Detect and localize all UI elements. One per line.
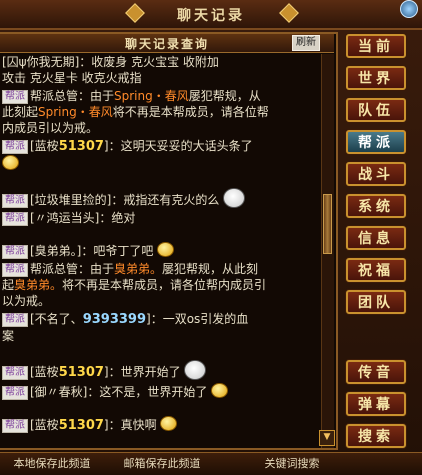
player-number[interactable]: 51307 bbox=[59, 139, 104, 154]
message-text: 攻击 克火星卡 收克火戒指 bbox=[2, 71, 142, 85]
tab-rumor[interactable]: 传音 bbox=[346, 360, 406, 384]
list-item: 帮派 [蓝桉51307]：这明天妥妥的大话头条了 bbox=[2, 138, 322, 172]
list-item: 帮派 [蓝桉51307]：世界开始了 bbox=[2, 360, 322, 381]
channel-tag[interactable]: 帮派 bbox=[2, 313, 28, 327]
channel-list: 当前 世界 队伍 帮派 战斗 系统 信息 祝福 团队 传音 弹幕 搜索 bbox=[342, 34, 418, 456]
message-text: [垃圾堆里捡的]：戒指还有克火的么 bbox=[30, 193, 220, 207]
channel-tag[interactable]: 帮派 bbox=[2, 419, 28, 433]
player-name-link[interactable]: 臭弟弟。 bbox=[14, 278, 62, 292]
message-text: 案 bbox=[2, 329, 15, 343]
list-item: 帮派 帮派总管：由于Spring・春风屡犯帮规，从 此刻起Spring・春风将不再… bbox=[2, 88, 322, 136]
channel-tag[interactable]: 帮派 bbox=[2, 140, 28, 154]
chat-header-title: 聊天记录查询 bbox=[124, 37, 209, 51]
message-text: 屡犯帮规，从 bbox=[188, 89, 261, 103]
player-number[interactable]: 9393399 bbox=[83, 312, 146, 327]
message-text: 屡犯帮规，从此刻 bbox=[162, 262, 259, 276]
message-text: 帮派总管：由于 bbox=[30, 89, 115, 103]
list-item: 帮派 [〃鸿运当头]：绝对 bbox=[2, 210, 322, 226]
save-local-button[interactable]: 本地保存此频道 bbox=[0, 457, 104, 471]
list-item: 帮派 [御〃春秋]：这不是，世界开始了 bbox=[2, 383, 322, 400]
tab-world[interactable]: 世界 bbox=[346, 66, 406, 90]
list-item: 帮派 [蓝桉51307]：真快啊 bbox=[2, 416, 322, 434]
message-text: 起 bbox=[2, 278, 15, 292]
tab-battle[interactable]: 战斗 bbox=[346, 162, 406, 186]
message-list[interactable]: [囚ψ你我无期]：收废身 克火宝宝 收附加 攻击 克火星卡 收克火戒指 帮派 帮派… bbox=[0, 54, 322, 448]
refresh-button[interactable]: 刷新 bbox=[292, 35, 320, 51]
message-text: 帮派总管：由于 bbox=[30, 262, 115, 276]
close-icon[interactable] bbox=[400, 0, 418, 18]
tab-system[interactable]: 系统 bbox=[346, 194, 406, 218]
message-text: ]：这明天妥妥的大话头条了 bbox=[103, 139, 253, 153]
channel-tag[interactable]: 帮派 bbox=[2, 212, 28, 226]
player-name-link[interactable]: Spring・春风 bbox=[38, 105, 113, 119]
message-text: 内成员引以为戒。 bbox=[2, 121, 99, 135]
smiley-emoji-icon bbox=[160, 416, 178, 431]
message-text: [不名了、 bbox=[30, 312, 83, 326]
ghost-emoji-icon bbox=[223, 188, 246, 208]
scrollbar[interactable] bbox=[321, 54, 334, 448]
list-item: [囚ψ你我无期]：收废身 克火宝宝 收附加 攻击 克火星卡 收克火戒指 bbox=[2, 54, 322, 86]
message-text: [〃鸿运当头]：绝对 bbox=[30, 211, 136, 225]
message-text: ]：世界开始了 bbox=[103, 365, 181, 379]
channel-tag[interactable]: 帮派 bbox=[2, 194, 28, 208]
search-button[interactable]: 搜索 bbox=[346, 424, 406, 448]
channel-tag[interactable]: 帮派 bbox=[2, 245, 28, 259]
laughing-emoji-icon bbox=[211, 383, 229, 398]
message-text: [蓝桉 bbox=[30, 139, 59, 153]
tab-team[interactable]: 队伍 bbox=[346, 98, 406, 122]
smiley-emoji-icon bbox=[2, 155, 19, 170]
message-text: 将不再是本帮成员，请各位帮内成员引 bbox=[62, 278, 267, 292]
chat-panel: 聊天记录查询 刷新 [囚ψ你我无期]：收废身 克火宝宝 收附加 攻击 克火星卡 … bbox=[0, 32, 338, 450]
channel-tag[interactable]: 帮派 bbox=[2, 90, 28, 104]
message-text: [蓝桉 bbox=[30, 365, 59, 379]
message-text: [蓝桉 bbox=[30, 418, 59, 432]
message-text: 将不再是本帮成员，请各位帮 bbox=[112, 105, 269, 119]
tab-gang[interactable]: 帮派 bbox=[346, 130, 406, 154]
channel-tag[interactable]: 帮派 bbox=[2, 366, 28, 380]
window-title: 聊天记录 bbox=[177, 8, 245, 24]
player-name-link[interactable]: Spring・春风 bbox=[114, 89, 189, 103]
chat-header: 聊天记录查询 刷新 bbox=[0, 34, 334, 53]
tab-blessing[interactable]: 祝福 bbox=[346, 258, 406, 282]
message-text: 以为戒。 bbox=[2, 294, 51, 308]
player-number[interactable]: 51307 bbox=[59, 365, 104, 380]
message-text: ]：真快啊 bbox=[103, 418, 157, 432]
bottom-bar: 本地保存此频道 邮箱保存此频道 关键词搜索 bbox=[0, 452, 422, 475]
player-number[interactable]: 51307 bbox=[59, 418, 104, 433]
message-text: 此刻起 bbox=[2, 105, 39, 119]
title-bar: 聊天记录 bbox=[0, 0, 422, 30]
keyword-search-button[interactable]: 关键词搜索 bbox=[256, 457, 328, 471]
message-text: ]：一双os引发的血 bbox=[146, 312, 249, 326]
tab-current[interactable]: 当前 bbox=[346, 34, 406, 58]
channel-tag[interactable]: 帮派 bbox=[2, 386, 28, 400]
surprised-emoji-icon bbox=[157, 242, 175, 257]
tab-info[interactable]: 信息 bbox=[346, 226, 406, 250]
channel-tag[interactable]: 帮派 bbox=[2, 263, 28, 277]
scroll-down-icon[interactable]: ▼ bbox=[319, 430, 335, 446]
message-text: [臭弟弟。]：吧爷丁了吧 bbox=[30, 244, 154, 258]
scroll-thumb[interactable] bbox=[323, 194, 332, 254]
save-mail-button[interactable]: 邮箱保存此频道 bbox=[110, 457, 214, 471]
list-item: 帮派 [垃圾堆里捡的]：戒指还有克火的么 bbox=[2, 188, 322, 208]
tab-barrage[interactable]: 弹幕 bbox=[346, 392, 406, 416]
list-item: 帮派 [不名了、9393399]：一双os引发的血 案 bbox=[2, 311, 322, 344]
ghost-emoji-icon bbox=[184, 360, 207, 380]
player-name-link[interactable]: 臭弟弟。 bbox=[114, 262, 162, 276]
message-text: [御〃春秋]：这不是，世界开始了 bbox=[30, 385, 208, 399]
list-item: 帮派 [臭弟弟。]：吧爷丁了吧 bbox=[2, 242, 322, 259]
chat-log-window: 聊天记录 聊天记录查询 刷新 [囚ψ你我无期]：收废身 克火宝宝 收附加 攻击 … bbox=[0, 0, 422, 475]
list-item: 帮派 帮派总管：由于臭弟弟。屡犯帮规，从此刻 起臭弟弟。将不再是本帮成员，请各位帮… bbox=[2, 261, 322, 309]
message-text: [囚ψ你我无期]：收废身 克火宝宝 收附加 bbox=[2, 55, 219, 69]
tab-group[interactable]: 团队 bbox=[346, 290, 406, 314]
